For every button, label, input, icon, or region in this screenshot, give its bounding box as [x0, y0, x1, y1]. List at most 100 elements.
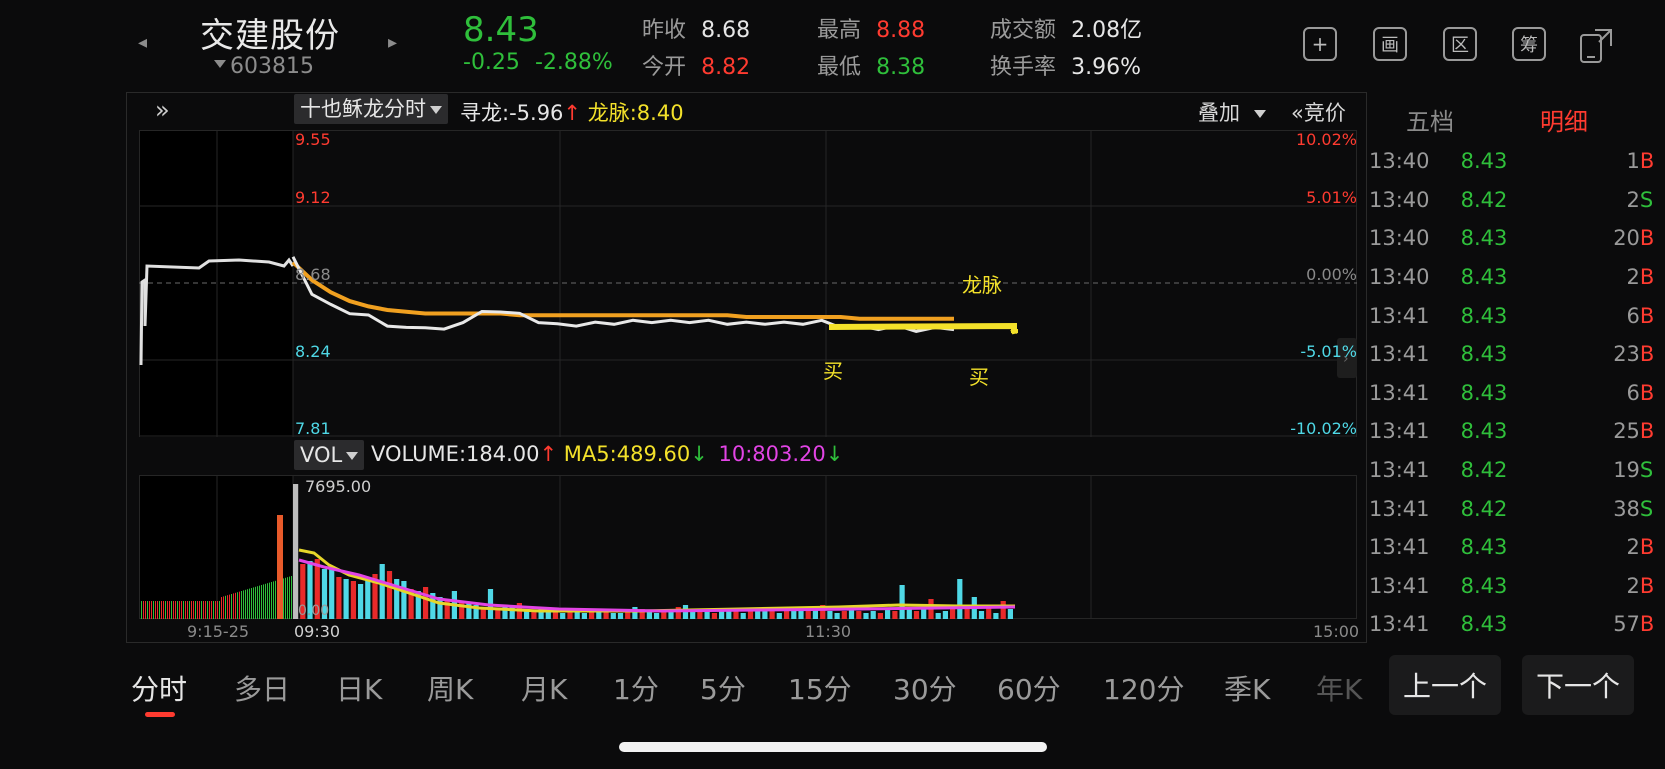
trade-time: 13:41 [1369, 380, 1430, 405]
home-indicator [619, 742, 1047, 752]
auction-label: 竞价 [1303, 101, 1346, 125]
trade-row: 13:41 8.43 6 B [1369, 374, 1659, 413]
add-icon[interactable]: + [1303, 27, 1337, 61]
volume-bar [964, 609, 970, 619]
auction-volume-bar [149, 601, 150, 619]
next-stock-button[interactable]: 下一个 [1522, 655, 1634, 715]
trade-side: B [1639, 573, 1655, 598]
trade-volume: 2 [1626, 265, 1640, 290]
trade-side: B [1639, 265, 1655, 290]
draw-icon[interactable]: 画 [1373, 27, 1407, 61]
indicator-dropdown[interactable]: 十也稣龙分时 [294, 94, 448, 124]
change-percent: -2.88% [534, 50, 613, 75]
next-stock-arrow[interactable]: ▸ [388, 32, 397, 53]
volume-bar [444, 599, 450, 619]
current-price: 8.43 [463, 10, 539, 50]
pct-tick: -10.02% [1290, 419, 1357, 438]
volume-bar [913, 611, 920, 619]
exit-icon[interactable] [1578, 26, 1618, 64]
volume-chart[interactable] [139, 475, 1357, 619]
auction-volume-bar [243, 590, 244, 619]
period-tab[interactable]: 分时 [131, 668, 187, 708]
stock-name: 交建股份 [200, 16, 340, 56]
period-tab[interactable]: 30分 [893, 668, 957, 708]
trade-side: B [1639, 342, 1655, 367]
auction-volume-bar [159, 601, 160, 619]
auction-volume-bar [245, 589, 246, 619]
auction-volume-bar [141, 601, 142, 619]
trade-price: 8.43 [1460, 342, 1508, 367]
auction-volume-bar [271, 582, 272, 619]
stock-code[interactable]: 603815 [230, 54, 314, 79]
volume-bar [632, 607, 638, 619]
trade-price: 8.42 [1460, 458, 1508, 483]
auction-volume-bar [177, 601, 178, 619]
period-tab[interactable]: 月K [521, 668, 567, 708]
volume-bar [899, 585, 905, 619]
volume-bar [935, 613, 941, 619]
active-tab-indicator [145, 712, 175, 717]
price-tick: 8.24 [295, 342, 331, 361]
stat-label: 最低 [817, 55, 862, 80]
period-tab[interactable]: 日K [336, 668, 382, 708]
period-tab[interactable]: 季K [1224, 668, 1270, 708]
volume-bar [343, 579, 349, 619]
auction-volume-bar [201, 601, 202, 619]
stat-label: 昨收 [642, 18, 687, 43]
prev-stock-button[interactable]: 上一个 [1389, 655, 1501, 715]
auction-volume-bar [161, 601, 162, 619]
volume-bar [863, 613, 869, 619]
overlay-dropdown[interactable]: 叠加 [1198, 97, 1266, 131]
prev-stock-arrow[interactable]: ◂ [138, 32, 147, 53]
auction-volume-bar [237, 592, 238, 619]
volume-bar [560, 613, 566, 619]
auction-volume-bar [179, 601, 180, 619]
trade-row: 13:40 8.43 1 B [1369, 142, 1659, 181]
expand-icon[interactable]: » [155, 96, 170, 124]
trade-price: 8.43 [1460, 573, 1508, 598]
trade-time: 13:40 [1369, 226, 1430, 251]
trade-volume: 6 [1626, 303, 1640, 328]
volume-bar [957, 579, 963, 619]
auction-volume-bar [187, 601, 188, 619]
auction-volume-bar [277, 515, 283, 619]
tab-wudang[interactable]: 五档 [1406, 102, 1454, 137]
trade-volume: 1 [1626, 149, 1640, 174]
period-tab[interactable]: 60分 [997, 668, 1061, 708]
auction-volume-bar [157, 601, 158, 619]
period-tab[interactable]: 5分 [700, 668, 746, 708]
auction-volume-bar [155, 601, 156, 619]
trade-row: 13:40 8.42 2 S [1369, 181, 1659, 220]
code-dropdown-caret[interactable] [214, 60, 226, 68]
vol-indicator-label: VOL [300, 443, 343, 467]
longmai-label: 龙脉: [587, 101, 637, 125]
auction-volume-bar [257, 586, 258, 619]
range-icon[interactable]: 区 [1443, 27, 1477, 61]
trade-row: 13:41 8.43 6 B [1369, 296, 1659, 335]
auction-volume-bar [263, 584, 264, 619]
trade-row: 13:41 8.42 19 S [1369, 451, 1659, 490]
period-tabs: 分时 多日 日K 周K 月K 1分 5分 15分 30分 60分 120分 季K 年K [131, 668, 1381, 712]
vol-indicator-dropdown[interactable]: VOL [294, 440, 365, 470]
auction-volume-bar [287, 577, 288, 619]
volume-zero-label: 0.00 [298, 603, 330, 619]
chips-icon[interactable]: 筹 [1512, 27, 1546, 61]
period-tab[interactable]: 年K [1316, 668, 1362, 708]
auction-volume-bar [291, 576, 292, 619]
trade-price: 8.43 [1460, 419, 1508, 444]
volume-bar [459, 601, 465, 619]
auction-volume-bar [231, 594, 232, 619]
period-tab[interactable]: 1分 [613, 668, 659, 708]
trade-side: S [1639, 496, 1654, 521]
volume-bar [906, 609, 912, 619]
period-tab[interactable]: 周K [427, 668, 473, 708]
period-tab[interactable]: 多日 [234, 668, 290, 708]
period-tab[interactable]: 120分 [1103, 668, 1184, 708]
trade-price: 8.42 [1460, 496, 1508, 521]
period-tab[interactable]: 15分 [788, 668, 852, 708]
auction-volume-bar [169, 601, 170, 619]
tab-mingxi[interactable]: 明细 [1540, 102, 1588, 137]
auction-toggle[interactable]: «竞价 [1291, 97, 1346, 131]
stat-value: 8.38 [876, 55, 926, 80]
trade-time: 13:41 [1369, 573, 1430, 598]
